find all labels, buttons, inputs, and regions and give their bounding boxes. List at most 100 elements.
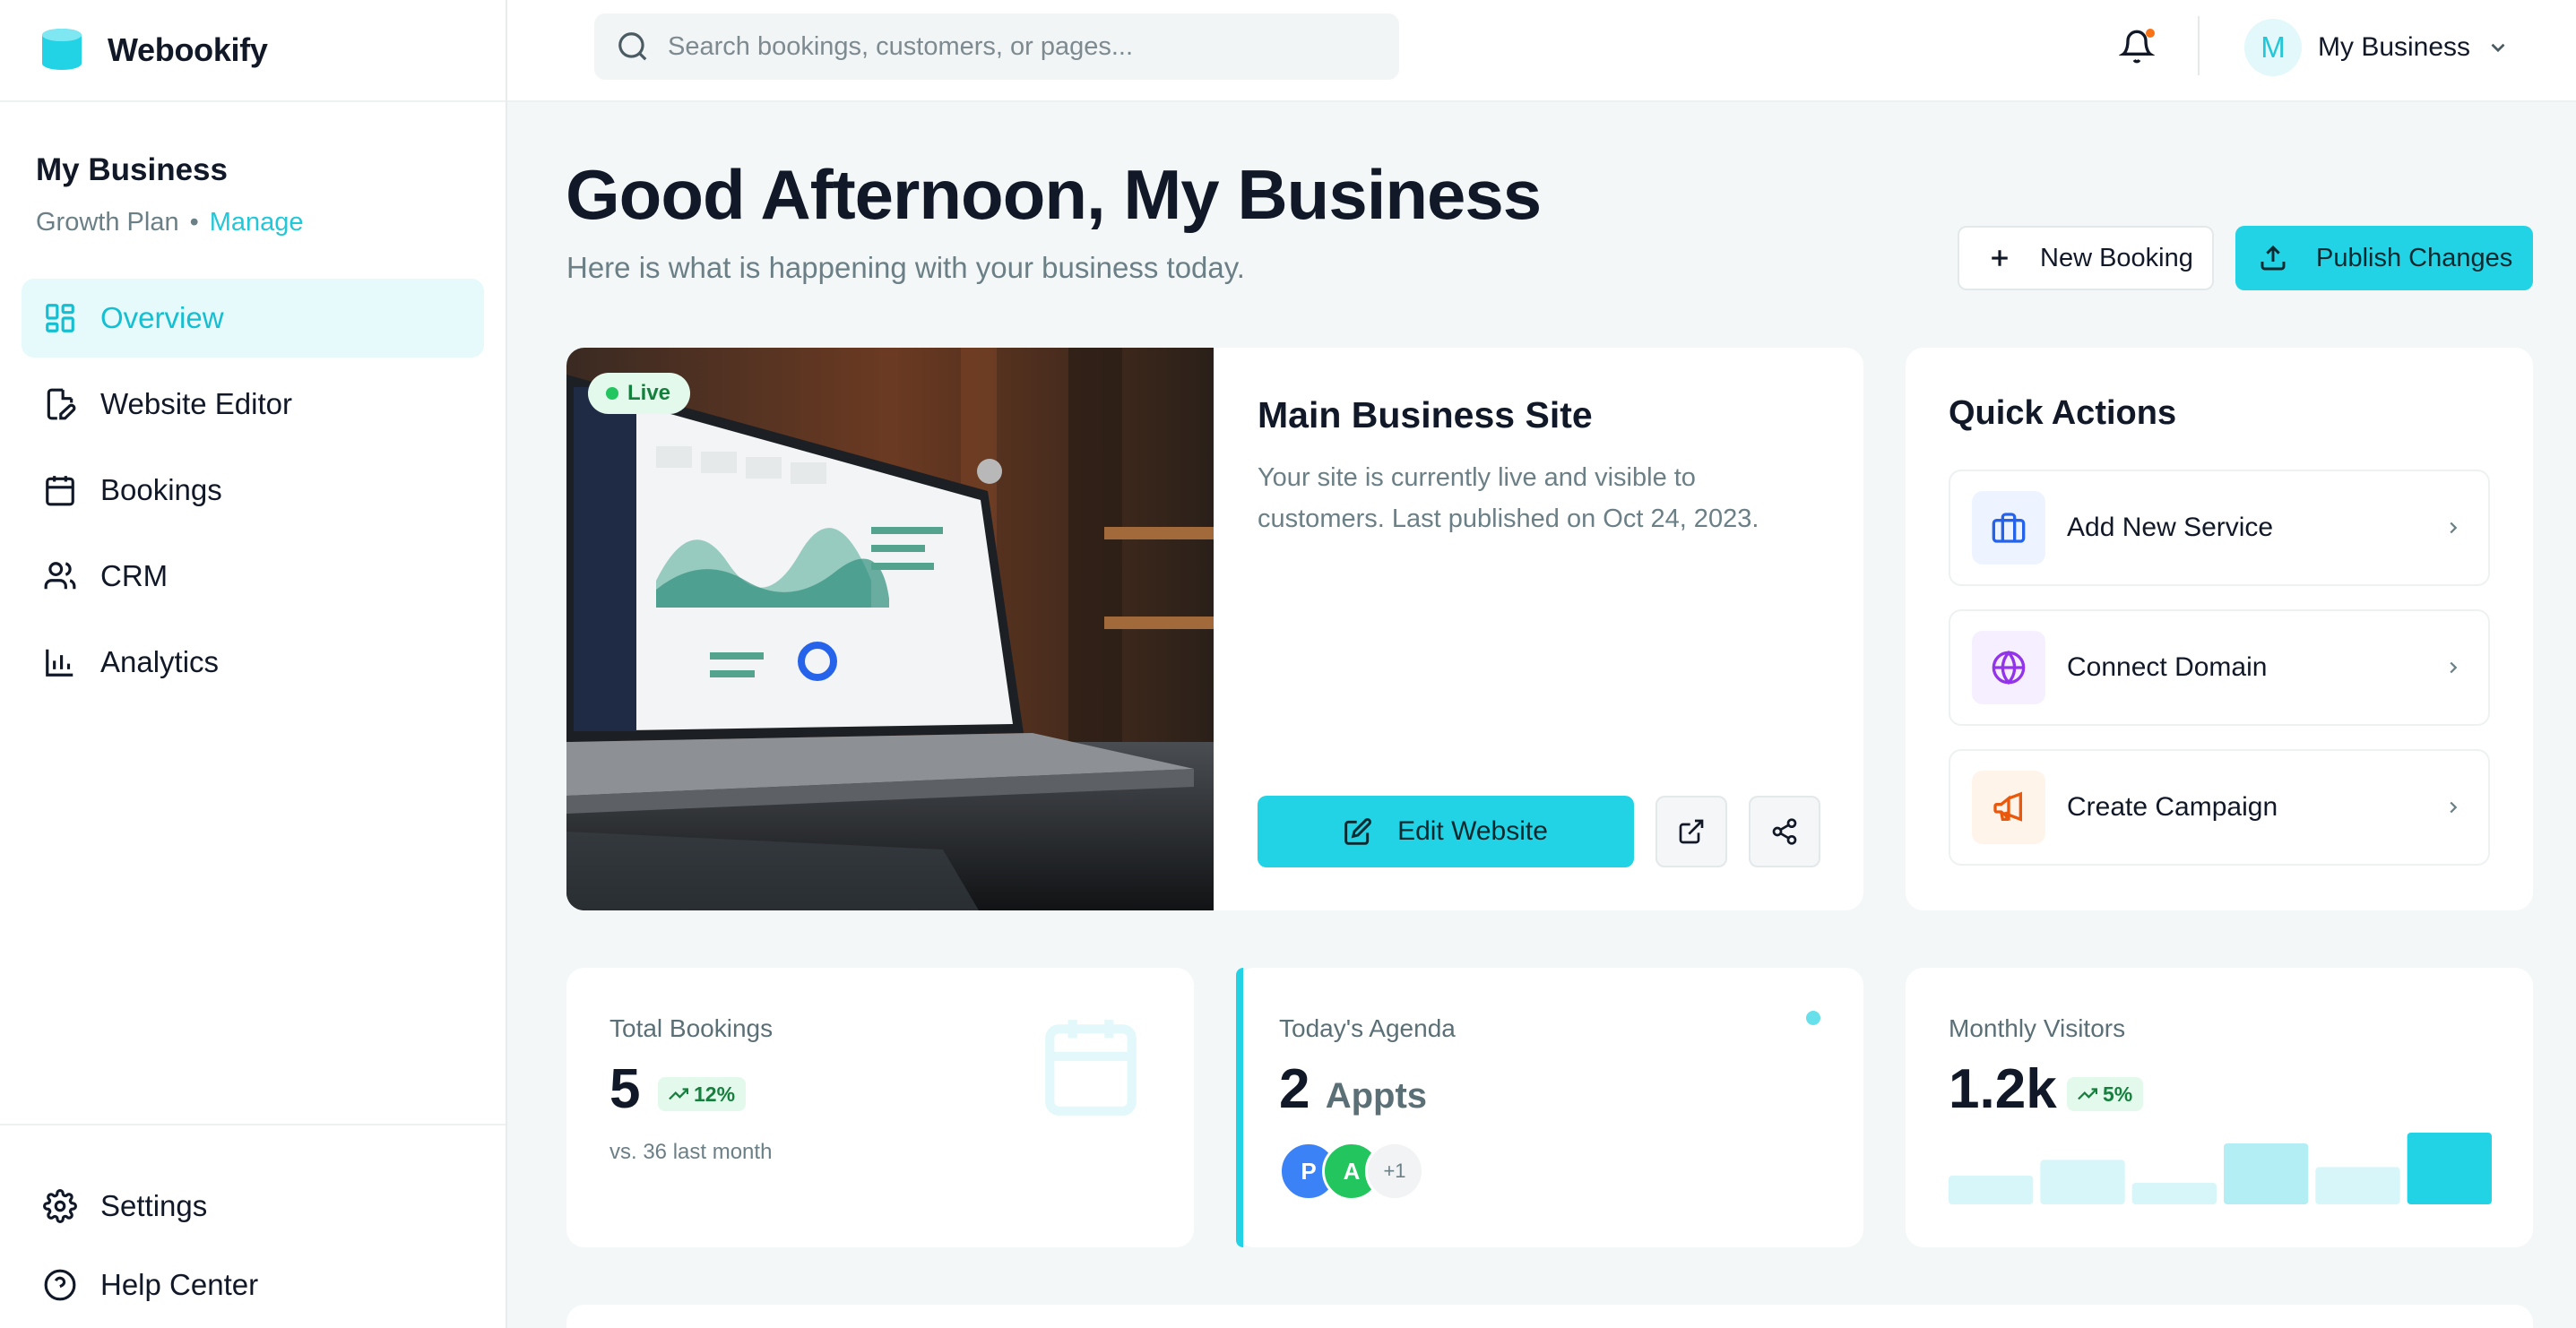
megaphone-icon bbox=[1993, 791, 2022, 822]
stat-label: Total Bookings bbox=[609, 1014, 774, 1042]
manage-plan-link[interactable]: Manage bbox=[210, 208, 304, 237]
topbar-divider bbox=[2198, 16, 2200, 75]
account-name: My Business bbox=[2318, 32, 2471, 62]
brand-name: Webookify bbox=[108, 31, 268, 68]
edit-website-button[interactable]: Edit Website bbox=[1258, 796, 1634, 867]
account-menu[interactable]: M My Business bbox=[2244, 18, 2510, 77]
edit-icon bbox=[1344, 818, 1371, 845]
sidebar-item-label: Help Center bbox=[100, 1268, 259, 1301]
new-booking-label: New Booking bbox=[2040, 243, 2193, 272]
quick-action-label: Connect Domain bbox=[2067, 652, 2268, 682]
stat-value: 5 bbox=[609, 1058, 641, 1120]
chevron-down-icon bbox=[2491, 43, 2505, 53]
sidebar-item-label: Overview bbox=[100, 301, 224, 334]
users-icon bbox=[44, 562, 76, 590]
visitor-bar bbox=[2040, 1160, 2125, 1204]
quick-action-connect-domain[interactable]: Connect Domain bbox=[1949, 609, 2490, 726]
stat-label: Today's Agenda bbox=[1279, 1014, 1456, 1042]
sidebar-item-label: Settings bbox=[100, 1189, 208, 1222]
share-icon bbox=[1772, 818, 1797, 845]
live-status-label: Live bbox=[627, 381, 671, 405]
site-description: Your site is currently live and visible … bbox=[1258, 463, 1759, 533]
topbar: M My Business bbox=[507, 0, 2576, 102]
stat-label: Monthly Visitors bbox=[1949, 1014, 2126, 1042]
live-dot bbox=[606, 387, 618, 400]
trending-up-icon bbox=[2078, 1088, 2097, 1100]
visitor-bar bbox=[2224, 1143, 2309, 1204]
search-box[interactable] bbox=[594, 13, 1399, 80]
avatar: M bbox=[2244, 19, 2302, 76]
share-site-button[interactable] bbox=[1749, 796, 1820, 867]
sidebar-item-label: Website Editor bbox=[100, 387, 292, 420]
bar-chart-icon bbox=[46, 649, 73, 677]
site-title: Main Business Site bbox=[1258, 394, 1593, 435]
database-logo-icon bbox=[42, 29, 82, 70]
page-subtitle: Here is what is happening with your busi… bbox=[566, 251, 1245, 284]
visitor-bar bbox=[1949, 1176, 2034, 1204]
bottom-panel bbox=[566, 1305, 2533, 1328]
quick-action-icon-box bbox=[1972, 771, 2045, 844]
chevron-right-icon bbox=[2450, 661, 2458, 674]
plan-separator: • bbox=[189, 208, 199, 237]
quick-action-label: Create Campaign bbox=[2067, 792, 2278, 822]
page-title: Good Afternoon, My Business bbox=[566, 155, 1542, 234]
help-circle-icon bbox=[44, 1269, 76, 1301]
sidebar-item-help-center[interactable]: Help Center bbox=[22, 1246, 484, 1324]
dashboard-icon bbox=[46, 304, 74, 332]
file-edit-icon bbox=[47, 388, 76, 420]
quick-action-icon-box bbox=[1972, 491, 2045, 565]
sidebar-item-crm[interactable]: CRM bbox=[22, 537, 484, 616]
trending-up-icon bbox=[669, 1088, 688, 1100]
quick-action-add-service[interactable]: Add New Service bbox=[1949, 470, 2490, 586]
trend-badge: 12% bbox=[658, 1077, 747, 1111]
notification-dot bbox=[2146, 29, 2155, 38]
edit-website-label: Edit Website bbox=[1397, 816, 1548, 846]
stat-value-row: 2 Appts bbox=[1279, 1057, 1427, 1121]
quick-action-create-campaign[interactable]: Create Campaign bbox=[1949, 749, 2490, 866]
agenda-accent-bar bbox=[1236, 968, 1243, 1247]
sidebar-item-label: Bookings bbox=[100, 473, 222, 506]
upload-icon bbox=[2260, 245, 2286, 271]
notifications-button[interactable] bbox=[2119, 27, 2155, 66]
sidebar-item-label: Analytics bbox=[100, 645, 220, 678]
calendar-icon bbox=[46, 476, 74, 506]
business-info: My Business Growth Plan • Manage bbox=[0, 102, 506, 237]
trend-value: 12% bbox=[694, 1082, 736, 1106]
trend-value: 5% bbox=[2103, 1082, 2133, 1106]
total-bookings-card[interactable]: Total Bookings 5 12% vs. 36 last month bbox=[566, 968, 1194, 1247]
quick-actions-card: Quick Actions Add New Service Connect Do… bbox=[1906, 348, 2533, 910]
more-attendees-badge: +1 bbox=[1365, 1142, 1424, 1201]
visitors-bar-chart bbox=[1949, 1133, 2492, 1204]
visitor-bar bbox=[2315, 1167, 2400, 1204]
external-link-icon bbox=[1679, 819, 1704, 844]
globe-icon bbox=[1992, 650, 2026, 686]
sidebar: Webookify My Business Growth Plan • Mana… bbox=[0, 0, 507, 1328]
trend-badge: 5% bbox=[2067, 1077, 2144, 1111]
sidebar-item-website-editor[interactable]: Website Editor bbox=[22, 365, 484, 444]
briefcase-icon bbox=[1992, 513, 2026, 543]
open-site-button[interactable] bbox=[1655, 796, 1727, 867]
sidebar-item-analytics[interactable]: Analytics bbox=[22, 623, 484, 702]
calendar-watermark-icon bbox=[1045, 1020, 1137, 1116]
plan-row: Growth Plan • Manage bbox=[36, 208, 506, 237]
sidebar-item-settings[interactable]: Settings bbox=[22, 1167, 484, 1246]
sidebar-item-bookings[interactable]: Bookings bbox=[22, 451, 484, 530]
plus-icon bbox=[1992, 250, 2008, 266]
new-booking-button[interactable]: New Booking bbox=[1958, 226, 2214, 290]
sidebar-item-label: CRM bbox=[100, 559, 169, 592]
todays-agenda-card[interactable]: Today's Agenda 2 Appts P A +1 bbox=[1236, 968, 1863, 1247]
plan-name: Growth Plan bbox=[36, 208, 179, 237]
search-input[interactable] bbox=[668, 31, 1367, 62]
stat-comparison: vs. 36 last month bbox=[609, 1140, 773, 1164]
brand[interactable]: Webookify bbox=[0, 0, 506, 102]
site-preview-image bbox=[566, 348, 1214, 910]
sidebar-item-overview[interactable]: Overview bbox=[22, 279, 484, 358]
visitor-bar bbox=[2407, 1133, 2492, 1204]
publish-changes-label: Publish Changes bbox=[2316, 243, 2513, 272]
stat-value: 1.2k bbox=[1949, 1058, 2057, 1120]
sidebar-nav: Overview Website Editor Bookings CRM Ana… bbox=[0, 279, 506, 702]
publish-changes-button[interactable]: Publish Changes bbox=[2235, 226, 2533, 290]
live-status-badge: Live bbox=[588, 373, 691, 414]
quick-action-icon-box bbox=[1972, 631, 2045, 704]
monthly-visitors-card[interactable]: Monthly Visitors 1.2k 5% bbox=[1906, 968, 2533, 1247]
